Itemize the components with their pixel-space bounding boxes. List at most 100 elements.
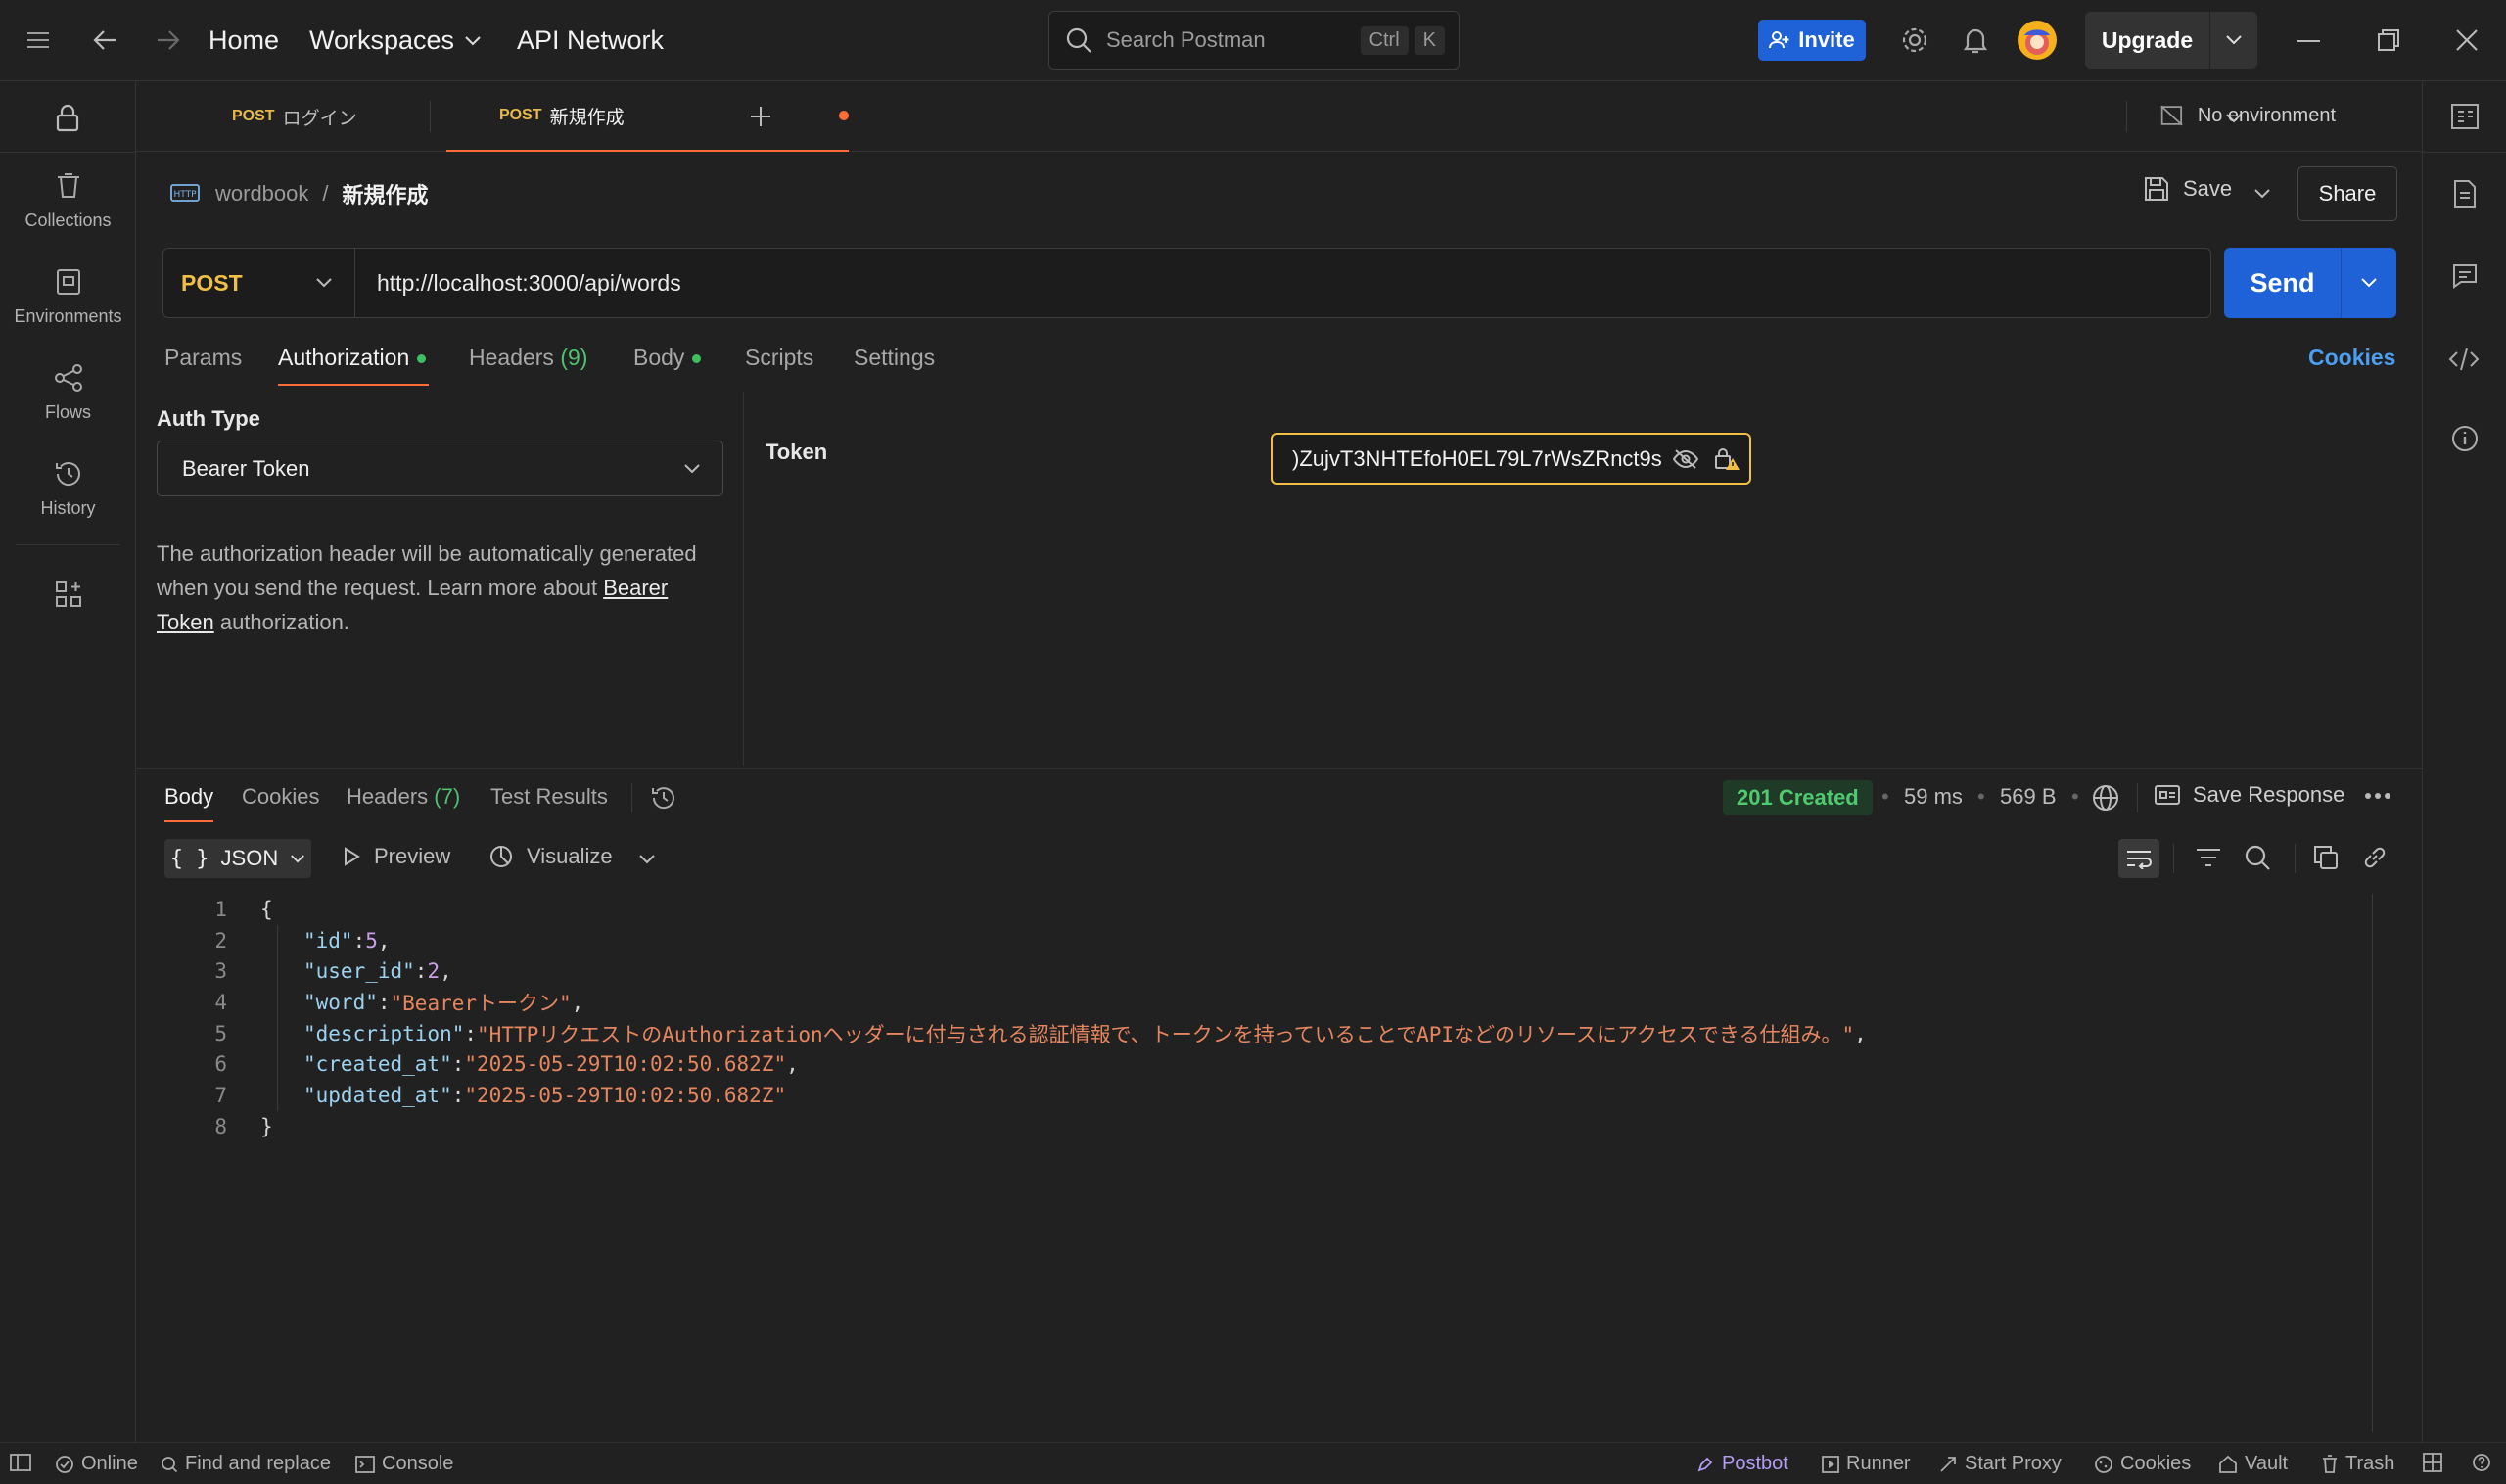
documentation-icon[interactable] xyxy=(2452,179,2478,209)
tab-params[interactable]: Params xyxy=(164,345,242,371)
online-status[interactable]: Online xyxy=(55,1453,138,1475)
lock-warning-icon[interactable] xyxy=(1713,446,1740,472)
tab-name: 新規作成 xyxy=(549,107,625,128)
share-button[interactable]: Share xyxy=(2297,166,2397,221)
preview-button[interactable]: Preview xyxy=(341,844,450,869)
tab-headers[interactable]: Headers (9) xyxy=(469,345,587,371)
breadcrumb-collection[interactable]: wordbook xyxy=(215,181,308,207)
json-comma: , xyxy=(786,1052,799,1077)
trash-button[interactable]: Trash xyxy=(2321,1453,2394,1475)
nav-api-network[interactable]: API Network xyxy=(517,25,664,56)
auth-type-select[interactable]: Bearer Token xyxy=(157,441,723,496)
sidebar-item-history[interactable]: History xyxy=(0,459,136,519)
lock-icon[interactable] xyxy=(55,103,80,132)
minimize-icon[interactable] xyxy=(2297,39,2320,43)
sidebar-item-collections[interactable]: Collections xyxy=(0,171,136,231)
auth-type-label: Auth Type xyxy=(157,406,260,431)
tab-name: ログイン xyxy=(282,108,357,129)
eye-slash-icon[interactable] xyxy=(1672,448,1699,470)
save-options-chevron-icon[interactable] xyxy=(2253,188,2271,200)
breadcrumb-request[interactable]: 新規作成 xyxy=(343,178,429,209)
nav-workspaces[interactable]: Workspaces xyxy=(309,25,482,56)
visualize-chevron-icon[interactable] xyxy=(638,854,656,865)
response-tab-test-results[interactable]: Test Results xyxy=(490,784,608,810)
response-body-code[interactable]: 1 { 2 "id": 5, 3 "user_id": 2, 4 "word": "Bea… xyxy=(186,894,1866,1142)
json-colon: : xyxy=(451,1083,465,1107)
postbot-button[interactable]: Postbot xyxy=(1695,1453,1788,1475)
play-icon xyxy=(345,847,360,866)
find-replace-button[interactable]: Find and replace xyxy=(161,1453,331,1475)
link-icon[interactable] xyxy=(2361,844,2389,871)
close-icon[interactable] xyxy=(2455,28,2479,52)
menu-icon[interactable] xyxy=(25,29,51,51)
url-input[interactable]: http://localhost:3000/api/words xyxy=(355,270,681,297)
meta-separator: • xyxy=(1977,784,1985,809)
save-response-button[interactable]: Save Response xyxy=(2154,782,2344,808)
console-button[interactable]: Console xyxy=(355,1453,453,1475)
json-colon: : xyxy=(377,990,391,1014)
layout-toggle-icon[interactable] xyxy=(2423,1453,2442,1472)
response-history-icon[interactable] xyxy=(650,784,677,812)
invite-button[interactable]: Invite xyxy=(1758,20,1866,61)
filter-icon[interactable] xyxy=(2195,847,2222,868)
upgrade-dropdown[interactable] xyxy=(2210,34,2257,46)
settings-gear-icon[interactable] xyxy=(1900,25,1929,55)
tab-authorization[interactable]: Authorization xyxy=(278,345,427,371)
runner-button[interactable]: Runner xyxy=(1822,1453,1911,1475)
save-floppy-icon xyxy=(2145,177,2168,201)
tab-settings[interactable]: Settings xyxy=(854,345,935,371)
sidebar-item-environments[interactable]: Environments xyxy=(0,267,136,327)
send-options-dropdown[interactable] xyxy=(2342,277,2396,289)
chevron-down-icon xyxy=(465,35,481,45)
send-button[interactable]: Send xyxy=(2224,248,2396,318)
tab-method: POST xyxy=(499,107,542,123)
postbot-label: Postbot xyxy=(1722,1453,1788,1474)
search-icon[interactable] xyxy=(2244,844,2271,871)
sidebar-item-flows[interactable]: Flows xyxy=(0,363,136,423)
token-input[interactable]: )ZujvT3NHTEfoH0EL79L7rWsZRnct9s xyxy=(1271,433,1751,485)
response-size[interactable]: 569 B xyxy=(2000,784,2057,810)
visualize-button[interactable]: Visualize xyxy=(487,844,613,869)
code-snippet-icon[interactable] xyxy=(2448,346,2480,373)
upgrade-button[interactable]: Upgrade xyxy=(2085,12,2257,69)
status-badge[interactable]: 201 Created xyxy=(1723,780,1873,815)
comments-icon[interactable] xyxy=(2451,262,2479,290)
json-value: 2 xyxy=(427,959,441,984)
avatar[interactable] xyxy=(2017,20,2058,61)
tab-scripts[interactable]: Scripts xyxy=(745,345,813,371)
notifications-bell-icon[interactable] xyxy=(1962,25,1989,55)
cookies-link[interactable]: Cookies xyxy=(2308,345,2395,371)
response-divider xyxy=(136,768,2422,769)
toggle-sidebar-icon[interactable] xyxy=(10,1453,31,1472)
more-options-icon[interactable] xyxy=(2363,786,2392,806)
search-input[interactable]: Search Postman Ctrl K xyxy=(1048,11,1460,70)
new-tab-plus-icon[interactable] xyxy=(749,105,772,128)
tab-login[interactable]: POST ログイン xyxy=(232,81,357,152)
code-scrollbar[interactable] xyxy=(2372,894,2373,1432)
save-button[interactable]: Save xyxy=(2144,176,2232,202)
response-tab-headers[interactable]: Headers (7) xyxy=(347,784,460,810)
status-bar: Online Find and replace Console Postbot … xyxy=(0,1442,2506,1484)
format-json-select[interactable]: { } JSON xyxy=(164,839,311,878)
cookies-button[interactable]: Cookies xyxy=(2094,1453,2191,1475)
copy-icon[interactable] xyxy=(2312,844,2340,871)
wrap-lines-icon[interactable] xyxy=(2118,839,2159,878)
back-arrow-icon[interactable] xyxy=(92,27,119,53)
vault-button[interactable]: Vault xyxy=(2218,1453,2288,1475)
forward-arrow-icon[interactable] xyxy=(154,27,181,53)
restore-icon[interactable] xyxy=(2377,28,2400,52)
tab-body[interactable]: Body xyxy=(633,345,702,371)
start-proxy-button[interactable]: Start Proxy xyxy=(1938,1453,2062,1475)
method-select[interactable]: POST xyxy=(163,249,355,317)
network-globe-icon[interactable] xyxy=(2091,783,2120,812)
nav-home[interactable]: Home xyxy=(209,25,279,56)
help-icon[interactable] xyxy=(2472,1453,2491,1472)
environment-selector[interactable]: No environment xyxy=(2159,103,2336,128)
tab-new-create[interactable]: POST 新規作成 xyxy=(446,81,849,152)
info-icon[interactable] xyxy=(2451,425,2479,452)
response-tab-cookies[interactable]: Cookies xyxy=(242,784,319,810)
apps-grid-icon[interactable] xyxy=(55,580,82,608)
environment-quicklook-icon[interactable] xyxy=(2450,103,2480,130)
response-time[interactable]: 59 ms xyxy=(1904,784,1963,810)
response-tab-body[interactable]: Body xyxy=(164,784,213,810)
